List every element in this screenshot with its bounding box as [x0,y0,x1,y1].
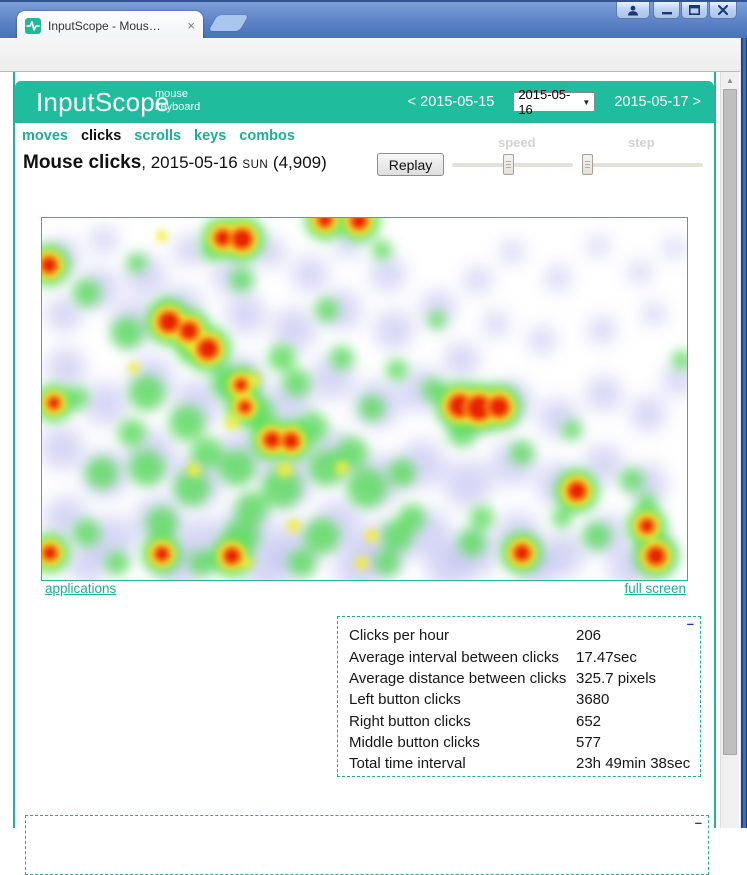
stat-value: 3680 [576,689,690,710]
stat-value: 23h 49min 38sec [576,753,690,774]
window-border-right [740,38,747,828]
date-select[interactable]: 2015-05-16 ▼ [513,92,595,112]
stat-value: 652 [576,711,690,732]
stat-label: Middle button clicks [349,732,576,753]
browser-tab[interactable]: InputScope - Mouse clicks × [17,11,203,40]
page-title-count: (4,909) [268,153,327,172]
stats-row: Average interval between clicks17.47sec [349,646,690,667]
page-border-left [13,72,15,828]
stats-row: Total time interval23h 49min 38sec [349,753,690,774]
browser-toolbar: localhost:8099/mouse/clicks/2015-05-16 ★ [0,38,747,72]
stat-label: Clicks per hour [349,625,576,646]
stats-row: Right button clicks652 [349,711,690,732]
nav-item-moves[interactable]: moves [22,128,68,144]
stat-label: Average interval between clicks [349,646,576,667]
stats-panel: – Clicks per hour206Average interval bet… [337,616,701,777]
stat-value: 577 [576,732,690,753]
date-select-value: 2015-05-16 [518,87,582,117]
page-title-main: Mouse clicks [23,152,141,173]
prev-date-link[interactable]: < 2015-05-15 [408,94,495,110]
select-caret-icon: ▼ [582,98,590,107]
stat-value: 325.7 pixels [576,668,690,689]
heatmap-svg [42,218,687,580]
next-section-collapse-toggle[interactable]: – [695,817,702,828]
brand-tag-keyboard: keyboard [155,101,200,113]
page-border-right [714,72,716,828]
stat-value: 206 [576,625,690,646]
nav: moves clicks scrolls keys combos [22,128,295,144]
new-tab-button[interactable] [208,15,248,31]
speed-slider-label: speed [498,135,536,150]
stats-collapse-toggle[interactable]: – [687,618,694,629]
tab-title: InputScope - Mouse clicks [48,19,166,33]
applications-link[interactable]: applications [45,581,116,596]
stat-label: Left button clicks [349,689,576,710]
nav-item-keys[interactable]: keys [194,128,226,144]
step-slider-label: step [628,135,655,150]
next-section-panel: – [25,815,709,875]
nav-item-combos[interactable]: combos [239,128,295,144]
page-title-weekday: sun [242,159,268,171]
stats-row: Middle button clicks577 [349,732,690,753]
stats-row: Clicks per hour206 [349,625,690,646]
close-button[interactable] [709,2,737,19]
page-title: Mouse clicks, 2015-05-16 sun (4,909) [23,152,327,174]
nav-item-clicks[interactable]: clicks [81,128,121,144]
replay-button[interactable]: Replay [377,153,444,176]
scroll-up-arrow-icon[interactable]: ▲ [721,72,739,89]
nav-item-scrolls[interactable]: scrolls [134,128,181,144]
next-date-link[interactable]: 2015-05-17 > [614,94,701,110]
app-brand: InputScope [36,87,170,118]
click-heatmap[interactable] [41,217,688,581]
speed-slider-thumb[interactable] [503,154,514,175]
stat-label: Average distance between clicks [349,668,576,689]
maximize-button[interactable] [681,2,708,19]
stat-value: 17.47sec [576,646,690,667]
inputscope-favicon-pulse-icon [25,18,41,34]
profile-button[interactable] [616,2,650,19]
page-title-date: , 2015-05-16 [141,153,242,172]
step-slider-thumb[interactable] [582,154,593,175]
stat-label: Total time interval [349,753,576,774]
stats-table-body: Clicks per hour206Average interval betwe… [349,625,690,775]
page-viewport: InputScope mouse keyboard < 2015-05-15 2… [0,72,720,828]
app-header: InputScope mouse keyboard < 2015-05-15 2… [15,81,714,123]
stat-label: Right button clicks [349,711,576,732]
minimize-button[interactable] [653,2,680,19]
app-brand-tags: mouse keyboard [155,88,200,114]
brand-tag-mouse: mouse [155,88,188,100]
page-scrollbar[interactable]: ▲ [720,72,739,828]
browser-titlebar: InputScope - Mouse clicks × [0,0,747,38]
fullscreen-link[interactable]: full screen [620,581,686,596]
scrollbar-thumb[interactable] [723,89,737,755]
tab-close-icon[interactable]: × [187,19,195,32]
stats-row: Average distance between clicks325.7 pix… [349,668,690,689]
stats-table: Clicks per hour206Average interval betwe… [349,625,690,775]
step-slider[interactable] [582,163,703,167]
stats-row: Left button clicks3680 [349,689,690,710]
